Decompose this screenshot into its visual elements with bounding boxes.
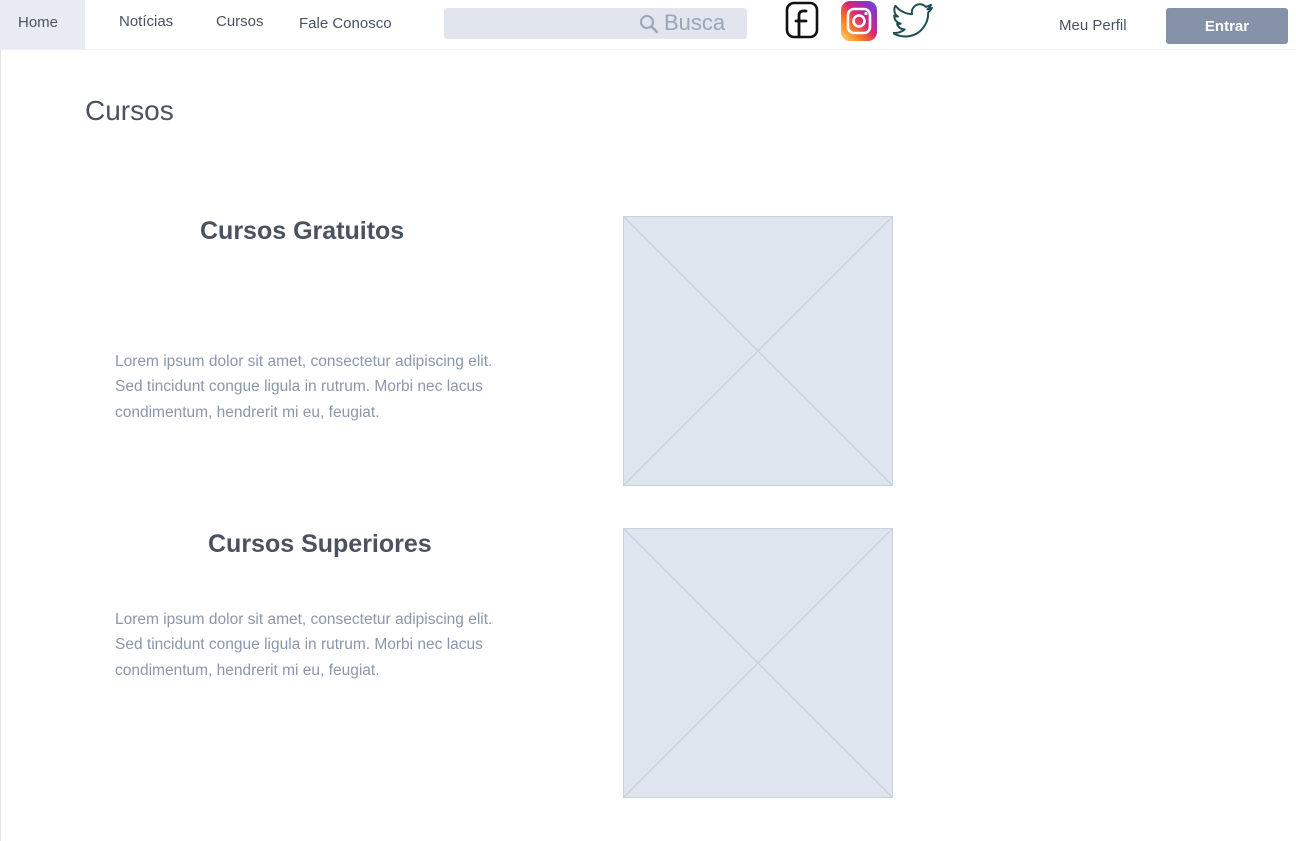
top-navigation-bar: Home Notícias Cursos Fale Conosco Busca [0, 0, 1296, 50]
section-title-cursos-gratuitos: Cursos Gratuitos [200, 217, 405, 245]
meu-perfil-link[interactable]: Meu Perfil [1059, 17, 1127, 34]
search-placeholder: Busca [664, 10, 726, 35]
search-input[interactable]: Busca [444, 8, 747, 39]
left-divider [0, 50, 1, 841]
entrar-button[interactable]: Entrar [1166, 8, 1288, 44]
image-placeholder-cursos-gratuitos [623, 216, 893, 486]
search-icon [640, 15, 659, 34]
nav-home-link[interactable]: Home [18, 14, 58, 31]
section-text-cursos-superiores: Lorem ipsum dolor sit amet, consectetur … [115, 611, 493, 679]
twitter-icon[interactable] [893, 3, 935, 39]
image-placeholder-cursos-superiores [623, 528, 893, 798]
instagram-icon[interactable] [840, 0, 878, 42]
section-text-cursos-gratuitos: Lorem ipsum dolor sit amet, consectetur … [115, 353, 493, 421]
nav-noticias-link[interactable]: Notícias [119, 13, 173, 30]
facebook-icon[interactable] [785, 1, 819, 39]
nav-cursos-link[interactable]: Cursos [216, 13, 264, 30]
section-title-cursos-superiores: Cursos Superiores [208, 530, 432, 558]
nav-fale-conosco-link[interactable]: Fale Conosco [299, 15, 392, 32]
page-title: Cursos [85, 95, 174, 126]
